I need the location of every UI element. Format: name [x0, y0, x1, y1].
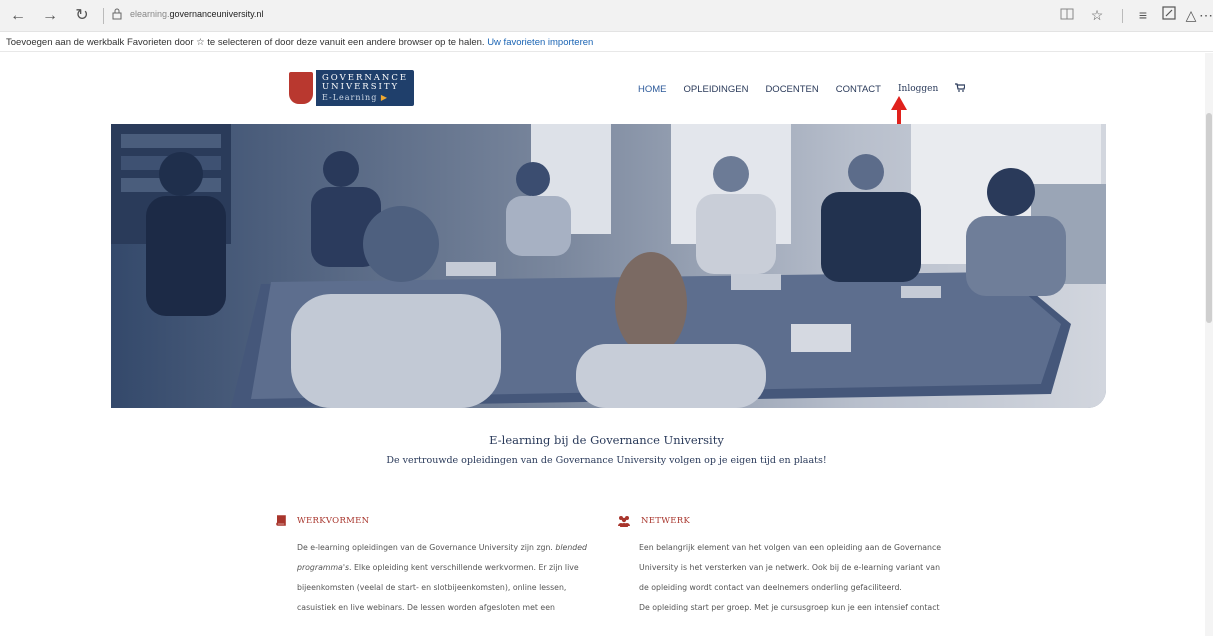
werkvormen-line-4: casuistiek en live webinars. De lessen w…: [297, 603, 555, 612]
main-navigation: HOME OPLEIDINGEN DOCENTEN CONTACT Inlogg…: [638, 82, 967, 96]
back-arrow-icon[interactable]: ←: [8, 6, 28, 26]
werkvormen-heading: WERKVORMEN: [297, 516, 370, 526]
werkvormen-line-2-text: . Elke opleiding kent verschillende werk…: [349, 563, 579, 572]
werkvormen-line-3: bijeenkomsten (veelal de start- en slotb…: [297, 583, 567, 592]
netwerk-header: NETWERK: [617, 514, 937, 528]
netwerk-text: Een belangrijk element van het volgen va…: [639, 538, 942, 618]
scrollbar-thumb[interactable]: [1206, 113, 1212, 323]
url-prefix: elearning.: [130, 9, 170, 19]
werkvormen-line-1-emphasis: blended: [555, 543, 587, 552]
browser-toolbar: ← → ↻ elearning.governanceuniversity.nl …: [0, 0, 1213, 32]
netwerk-line-3: de opleiding wordt contact van deelnemer…: [639, 583, 902, 592]
werkvormen-header: WERKVORMEN: [275, 514, 595, 528]
address-separator: [103, 8, 104, 24]
netwerk-line-4: De opleiding start per groep. Met je cur…: [639, 603, 940, 612]
logo-crest: [286, 70, 316, 106]
favorites-bar-text: Toevoegen aan de werkbalk Favorieten doo…: [6, 37, 485, 48]
more-icon[interactable]: ⋯: [1197, 6, 1213, 24]
werkvormen-line-1-text: De e-learning opleidingen van de Governa…: [297, 543, 556, 552]
hub-icon[interactable]: ≡: [1134, 6, 1152, 24]
netwerk-line-2: University is het versterken van je netw…: [639, 563, 941, 572]
refresh-icon[interactable]: ↻: [72, 6, 92, 26]
site-logo[interactable]: GOVERNANCE UNIVERSITY E-Learning ▶: [286, 70, 414, 106]
intro-subtitle: De vertrouwde opleidingen van de Governa…: [386, 455, 827, 466]
werkvormen-line-2-emphasis: programma's: [297, 563, 350, 572]
web-note-icon[interactable]: [1160, 6, 1178, 24]
import-favorites-link[interactable]: Uw favorieten importeren: [487, 37, 593, 48]
address-bar[interactable]: elearning.governanceuniversity.nl: [130, 9, 263, 19]
forward-arrow-icon[interactable]: →: [40, 6, 60, 26]
werkvormen-line-2: programma's. Elke opleiding kent verschi…: [297, 558, 595, 578]
logo-elearning-text: E-Learning: [322, 93, 378, 102]
reading-view-icon[interactable]: [1058, 6, 1076, 24]
url-domain: governanceuniversity.nl: [169, 9, 264, 19]
intro-title: E-learning bij de Governance University: [489, 433, 724, 447]
nav-docenten[interactable]: DOCENTEN: [765, 84, 818, 95]
netwerk-line-1: Een belangrijk element van het volgen va…: [639, 543, 942, 552]
page-scrollbar[interactable]: [1205, 53, 1213, 636]
toolbar-separator: [1122, 9, 1123, 23]
werkvormen-line-1: De e-learning opleidingen van de Governa…: [297, 538, 595, 558]
book-icon: [276, 515, 286, 526]
werkvormen-section: WERKVORMEN De e-learning opleidingen van…: [275, 514, 595, 618]
group-icon: [618, 516, 630, 527]
hero-meeting-photo: [111, 124, 1106, 408]
netwerk-section: NETWERK Een belangrijk element van het v…: [617, 514, 942, 618]
nav-contact[interactable]: CONTACT: [836, 84, 881, 95]
werkvormen-text: De e-learning opleidingen van de Governa…: [297, 538, 595, 618]
cart-icon[interactable]: [955, 83, 967, 95]
logo-line-university: UNIVERSITY: [322, 82, 400, 92]
favorite-star-icon[interactable]: ☆: [1088, 6, 1106, 24]
play-arrow-icon: ▶: [380, 93, 389, 102]
hero-image: [111, 124, 1106, 408]
netwerk-heading: NETWERK: [641, 516, 691, 526]
nav-opleidingen[interactable]: OPLEIDINGEN: [684, 84, 749, 95]
lock-icon: [112, 8, 122, 23]
favorites-bar: Toevoegen aan de werkbalk Favorieten doo…: [0, 32, 1213, 52]
nav-login[interactable]: Inloggen: [898, 84, 938, 94]
nav-home[interactable]: HOME: [638, 84, 667, 95]
logo-line-elearning: E-Learning ▶: [322, 93, 388, 102]
